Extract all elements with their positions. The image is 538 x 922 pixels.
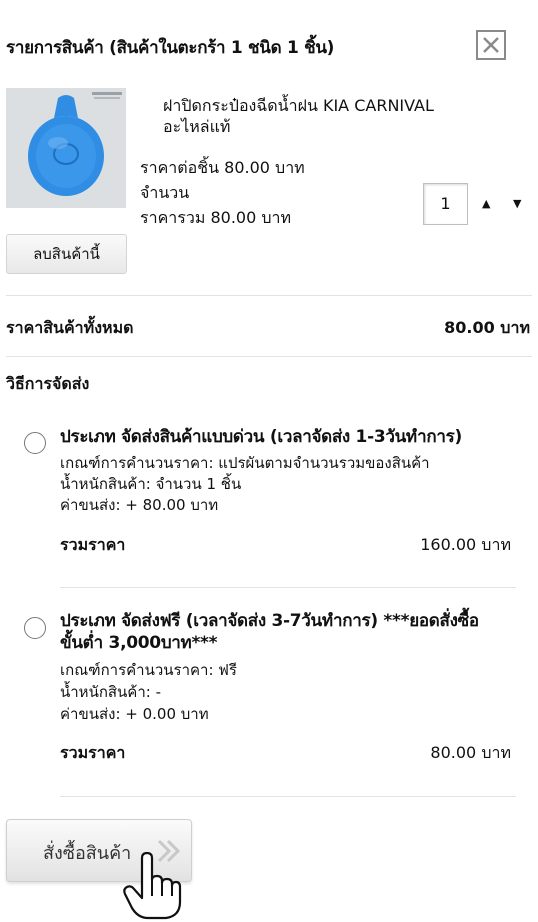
unit-price: ราคาต่อชิ้น 80.00 บาท — [140, 158, 305, 177]
product-name-line1: ฝาปิดกระป๋องฉีดน้ำฝน KIA CARNIVAL — [163, 96, 434, 115]
divider — [6, 356, 532, 357]
washer-cap-image — [6, 88, 126, 208]
quantity-label: จำนวน — [140, 183, 190, 202]
product-name[interactable]: ฝาปิดกระป๋องฉีดน้ำฝน KIA CARNIVAL อะไหล่… — [163, 95, 483, 137]
divider — [60, 796, 516, 797]
close-button[interactable] — [476, 30, 506, 60]
shipping-option-express-sum-label: รวมราคา — [60, 535, 126, 554]
shipping-option-express-sum-value: 160.00 บาท — [420, 535, 511, 554]
shipping-option-free-weight: น้ำหนักสินค้า: - — [60, 683, 162, 701]
product-thumbnail[interactable] — [6, 88, 126, 208]
quantity-increase-icon[interactable]: ▲ — [482, 197, 490, 210]
line-total: ราคารวม 80.00 บาท — [140, 208, 292, 227]
shipping-option-free-fee: ค่าขนส่ง: + 0.00 บาท — [60, 705, 209, 723]
divider — [60, 587, 516, 588]
shipping-option-express-criteria: เกณฑ์การคำนวนราคา: แปรผันตามจำนวนรวมของส… — [60, 454, 430, 472]
place-order-label: สั่งซื้อสินค้า — [43, 843, 132, 864]
divider — [6, 295, 532, 296]
subtotal-label: ราคาสินค้าทั้งหมด — [6, 318, 134, 337]
shipping-option-free-title-line2[interactable]: ขั้นต่ำ 3,000บาท*** — [60, 632, 515, 654]
remove-item-button[interactable]: ลบสินค้านี้ — [6, 234, 127, 274]
shipping-heading: วิธีการจัดส่ง — [6, 374, 90, 393]
quantity-decrease-icon[interactable]: ▼ — [513, 197, 521, 210]
shipping-option-express-title[interactable]: ประเภท จัดส่งสินค้าแบบด่วน (เวลาจัดส่ง 1… — [60, 426, 515, 448]
shipping-option-free-sum-value: 80.00 บาท — [430, 743, 511, 762]
product-name-line2: อะไหล่แท้ — [163, 117, 231, 136]
cart-title: รายการสินค้า (สินค้าในตะกร้า 1 ชนิด 1 ชิ… — [6, 38, 335, 58]
hand-pointer-icon — [123, 852, 182, 920]
close-x-icon — [483, 37, 499, 53]
shipping-option-express-radio[interactable] — [24, 432, 46, 454]
subtotal-value: 80.00 บาท — [444, 318, 530, 337]
shipping-option-free-sum-label: รวมราคา — [60, 743, 126, 762]
shipping-option-express-weight: น้ำหนักสินค้า: จำนวน 1 ชิ้น — [60, 475, 242, 493]
shipping-option-free-title[interactable]: ประเภท จัดส่งฟรี (เวลาจัดส่ง 3-7วันทำการ… — [60, 610, 515, 632]
shipping-option-free-criteria: เกณฑ์การคำนวนราคา: ฟรี — [60, 661, 237, 679]
shipping-option-express-fee: ค่าขนส่ง: + 80.00 บาท — [60, 496, 219, 514]
shipping-option-free-radio[interactable] — [24, 617, 46, 639]
quantity-input[interactable]: 1 — [423, 183, 468, 225]
